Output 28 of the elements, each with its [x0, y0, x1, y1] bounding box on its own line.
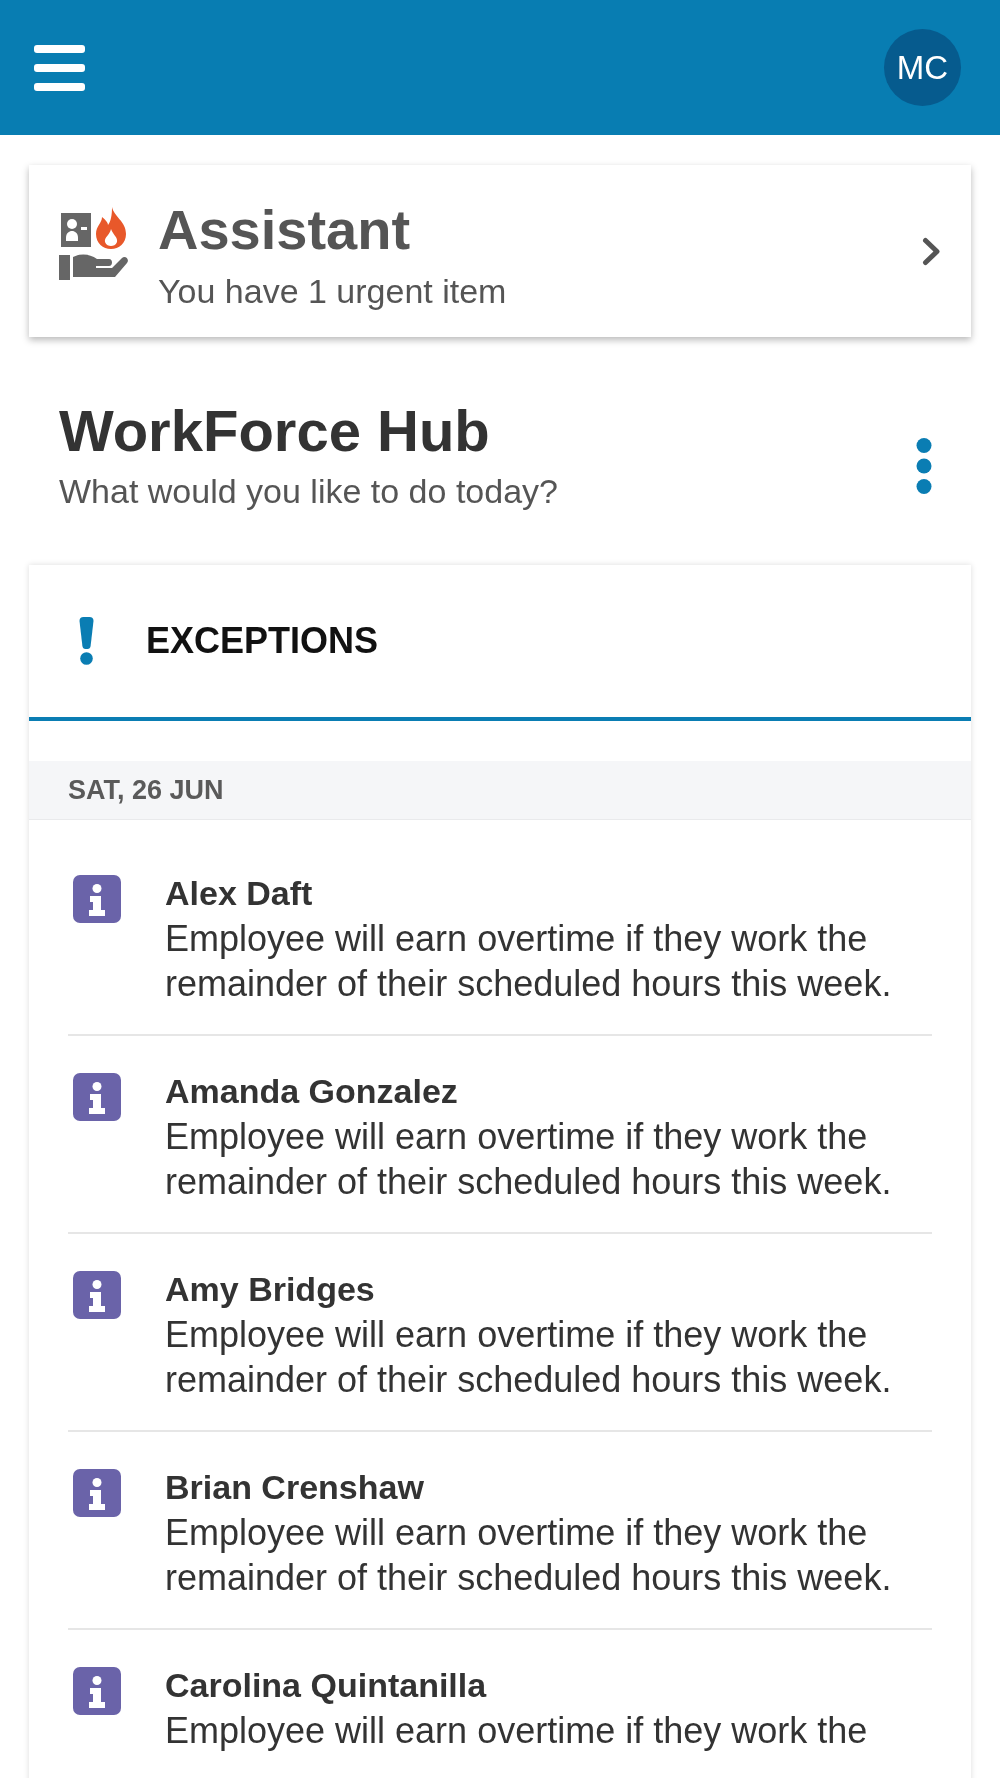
page-title: WorkForce Hub	[59, 399, 491, 463]
more-options-icon[interactable]	[916, 438, 932, 494]
info-icon	[73, 1271, 121, 1319]
employee-name: Brian Crenshaw	[165, 1467, 425, 1508]
assistant-title: Assistant	[158, 200, 412, 260]
menu-icon[interactable]	[34, 44, 85, 91]
info-icon	[73, 1667, 121, 1715]
exception-message: Employee will earn overtime if they work the remainder of their scheduled hours this week.	[165, 917, 893, 1006]
employee-name: Amanda Gonzalez	[165, 1071, 459, 1112]
date-header: SAT, 26 JUN	[29, 761, 971, 820]
hand-flame-icon	[59, 207, 131, 280]
info-icon	[73, 1073, 121, 1121]
exception-message: Employee will earn overtime if they work the remainder of their scheduled hours this week.	[165, 1511, 893, 1600]
assistant-card[interactable]: Assistant You have 1 urgent item	[29, 165, 971, 337]
info-icon	[73, 875, 121, 923]
employee-name: Carolina Quintanilla	[165, 1665, 488, 1706]
exception-message: Employee will earn overtime if they work the remainder of their scheduled hours this week.	[165, 1115, 893, 1204]
info-icon	[73, 1469, 121, 1517]
user-avatar[interactable]: MC	[884, 29, 961, 106]
exception-message: Employee will earn overtime if they work the	[165, 1709, 869, 1753]
assistant-subtitle: You have 1 urgent item	[158, 271, 508, 312]
exception-message: Employee will earn overtime if they work the remainder of their scheduled hours this week.	[165, 1313, 893, 1402]
exclamation-icon	[77, 617, 96, 665]
employee-name: Amy Bridges	[165, 1269, 376, 1310]
page-subtitle: What would you like to do today?	[59, 471, 558, 512]
chevron-right-icon	[922, 237, 941, 266]
section-title: EXCEPTIONS	[146, 619, 379, 663]
employee-name: Alex Daft	[165, 873, 314, 914]
